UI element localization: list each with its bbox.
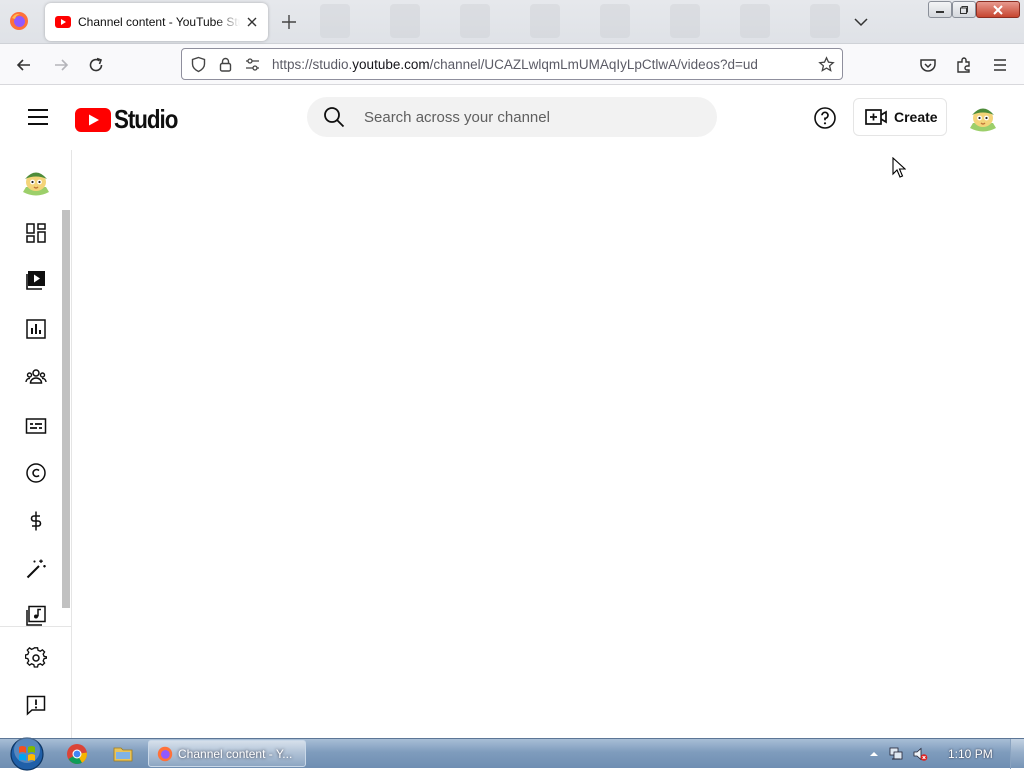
tab-title: Channel content - YouTube Studio bbox=[78, 15, 240, 29]
studio-sidebar bbox=[0, 150, 72, 738]
search-input[interactable] bbox=[364, 108, 684, 126]
magic-wand-icon bbox=[26, 559, 46, 579]
subtitles-icon bbox=[25, 418, 47, 434]
youtube-logo-icon bbox=[75, 107, 111, 132]
sidebar-item-dashboard[interactable] bbox=[22, 219, 50, 247]
tab-channel-content[interactable]: Channel content - YouTube Studio bbox=[45, 3, 268, 41]
sidebar-item-copyright[interactable] bbox=[22, 459, 50, 487]
start-button-icon[interactable] bbox=[8, 735, 46, 771]
create-label: Create bbox=[894, 109, 938, 125]
search-icon[interactable] bbox=[323, 106, 345, 128]
copyright-icon bbox=[26, 463, 46, 483]
sidebar-scrollbar[interactable] bbox=[62, 210, 70, 608]
volume-muted-icon[interactable] bbox=[912, 746, 928, 762]
browser-tab-strip: Channel content - YouTube Studio bbox=[0, 0, 1024, 44]
url-domain: youtube.com bbox=[352, 57, 430, 72]
close-icon bbox=[993, 4, 1003, 15]
sidebar-item-content[interactable] bbox=[22, 266, 50, 294]
extensions-icon[interactable] bbox=[954, 55, 974, 75]
firefox-logo-icon[interactable] bbox=[9, 11, 29, 31]
url-path: /channel/UCAZLwlqmLmUMAqIyLpCtlwA/videos… bbox=[429, 57, 758, 72]
list-tabs-icon[interactable] bbox=[852, 13, 870, 31]
forward-icon[interactable] bbox=[51, 55, 71, 75]
url-text[interactable]: https://studio.youtube.com/channel/UCAZL… bbox=[272, 57, 758, 72]
create-video-icon bbox=[865, 109, 887, 125]
close-tab-icon[interactable] bbox=[244, 14, 260, 30]
firefox-taskbar-icon bbox=[157, 746, 173, 761]
new-tab-icon[interactable] bbox=[280, 13, 298, 31]
create-button[interactable]: Create bbox=[853, 98, 947, 136]
dollar-icon bbox=[30, 511, 42, 531]
url-bar[interactable]: https://studio.youtube.com/channel/UCAZL… bbox=[181, 48, 843, 80]
analytics-icon bbox=[26, 319, 46, 339]
content-icon bbox=[26, 271, 45, 290]
hamburger-menu-icon[interactable] bbox=[27, 107, 49, 127]
minimize-button[interactable] bbox=[928, 1, 952, 18]
taskbar-task-label: Channel content - Y... bbox=[178, 746, 293, 761]
menu-icon[interactable] bbox=[990, 55, 1010, 75]
main-content-area bbox=[72, 150, 1024, 738]
url-prefix: https://studio. bbox=[272, 57, 353, 72]
reload-icon[interactable] bbox=[86, 55, 106, 75]
sidebar-item-customization[interactable] bbox=[22, 555, 50, 583]
background-decoration bbox=[320, 4, 840, 40]
sidebar-item-analytics[interactable] bbox=[22, 315, 50, 343]
sidebar-item-settings[interactable] bbox=[22, 644, 50, 672]
shield-icon[interactable] bbox=[190, 56, 207, 73]
browser-navigation-bar: https://studio.youtube.com/channel/UCAZL… bbox=[0, 44, 1024, 85]
sidebar-item-send-feedback[interactable] bbox=[22, 691, 50, 719]
sidebar-item-earn[interactable] bbox=[22, 507, 50, 535]
restore-icon bbox=[960, 5, 968, 14]
help-icon[interactable] bbox=[813, 106, 837, 130]
file-explorer-taskbar-icon[interactable] bbox=[112, 743, 134, 765]
restore-button[interactable] bbox=[952, 1, 976, 18]
back-icon[interactable] bbox=[14, 55, 34, 75]
dashboard-icon bbox=[26, 223, 46, 243]
youtube-favicon-icon bbox=[55, 16, 71, 28]
sidebar-item-community[interactable] bbox=[22, 363, 50, 391]
mouse-cursor-icon bbox=[892, 157, 906, 178]
studio-header: Studio Create bbox=[0, 85, 1024, 150]
chrome-taskbar-icon[interactable] bbox=[66, 743, 88, 765]
minimize-icon bbox=[936, 10, 944, 13]
taskbar-firefox-window[interactable]: Channel content - Y... bbox=[148, 740, 306, 767]
account-avatar-icon[interactable] bbox=[967, 101, 999, 133]
community-icon bbox=[25, 369, 47, 384]
close-window-button[interactable] bbox=[976, 1, 1020, 18]
lock-icon[interactable] bbox=[217, 56, 234, 73]
studio-logo-text: Studio bbox=[114, 104, 178, 134]
pocket-icon[interactable] bbox=[918, 55, 938, 75]
feedback-icon bbox=[26, 695, 46, 716]
network-icon[interactable] bbox=[888, 746, 904, 762]
gear-icon bbox=[25, 647, 47, 668]
channel-avatar-icon[interactable] bbox=[20, 165, 52, 197]
channel-search[interactable] bbox=[307, 97, 717, 137]
audio-library-icon bbox=[26, 605, 46, 626]
studio-logo[interactable]: Studio bbox=[75, 104, 188, 135]
sidebar-item-subtitles[interactable] bbox=[22, 412, 50, 440]
permissions-icon[interactable] bbox=[244, 56, 261, 73]
bookmark-star-icon[interactable] bbox=[818, 56, 835, 73]
windows-taskbar: Channel content - Y... 1:10 PM bbox=[0, 735, 1024, 771]
taskbar-clock[interactable]: 1:10 PM bbox=[948, 747, 993, 761]
show-hidden-icons-icon[interactable] bbox=[866, 746, 882, 762]
show-desktop-button[interactable] bbox=[1010, 739, 1024, 769]
sidebar-divider bbox=[0, 626, 72, 627]
